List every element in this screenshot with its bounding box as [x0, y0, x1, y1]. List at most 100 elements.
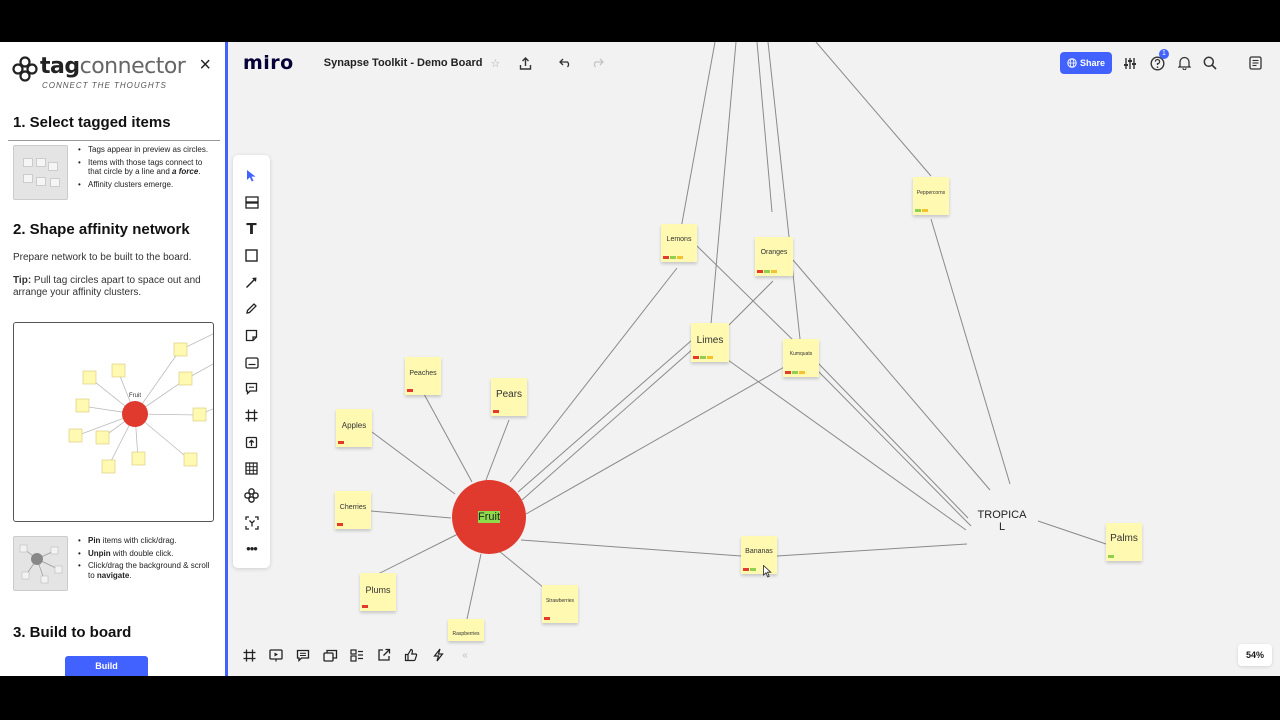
comment-tool-icon[interactable]: [241, 378, 262, 399]
share-screen-icon[interactable]: [373, 644, 395, 666]
tag-circle-label: TROPICAL: [977, 509, 1027, 533]
tag-chip: [743, 568, 749, 571]
frame-tool-icon[interactable]: [241, 405, 262, 426]
sticky-label: Peppercorns: [916, 190, 946, 196]
sticky-note-apples[interactable]: Apples: [336, 409, 372, 447]
sticky-note-lemons[interactable]: Lemons: [661, 224, 697, 262]
sticky-label: Palms: [1110, 533, 1138, 544]
frames-icon[interactable]: [238, 644, 260, 666]
list-item: Pin items with click/drag.: [74, 536, 214, 546]
tag-circle-label: Fruit: [478, 511, 500, 523]
app-window: Fruit TROPICAL Lemons Oranges Peppercorn…: [0, 42, 1280, 676]
tag-chip: [493, 410, 499, 413]
tag-chip: [785, 371, 791, 374]
tag-circle-fruit[interactable]: Fruit: [452, 480, 526, 554]
tag-chip: [663, 256, 669, 259]
upload-tool-icon[interactable]: [241, 432, 262, 453]
reactions-icon[interactable]: [400, 644, 422, 666]
help-icon[interactable]: 1: [1146, 49, 1169, 74]
zoom-level[interactable]: 54%: [1238, 644, 1272, 666]
board-name[interactable]: Synapse Toolkit - Demo Board: [324, 57, 483, 69]
sticky-note-limes[interactable]: Limes: [691, 323, 729, 362]
mouse-cursor-icon: [763, 565, 772, 578]
connection-line: [466, 553, 482, 620]
sticky-note-peaches[interactable]: Peaches: [405, 357, 441, 395]
connection-line: [521, 347, 695, 501]
sticky-note-strawberries[interactable]: Strawberries: [542, 585, 578, 623]
redo-icon[interactable]: [586, 52, 608, 74]
lightning-icon[interactable]: [427, 644, 449, 666]
globe-icon: [1067, 58, 1077, 68]
tag-chip: [677, 256, 683, 259]
templates-tool-icon[interactable]: [241, 192, 262, 213]
step-2-illustration: [13, 536, 68, 591]
board-topbar: miro Synapse Toolkit - Demo Board ☆: [233, 48, 608, 78]
network-preview[interactable]: Fruit: [13, 322, 214, 522]
sticky-tags: [362, 605, 368, 608]
sticky-label: Strawberries: [545, 598, 575, 604]
tag-chip: [700, 356, 706, 359]
divider: [8, 140, 220, 141]
connection-line: [520, 539, 742, 557]
sticky-note-plums[interactable]: Plums: [360, 573, 396, 611]
sticky-note-pears[interactable]: Pears: [491, 378, 527, 416]
sticky-note-tool-icon[interactable]: [241, 325, 262, 346]
tag-chip: [771, 270, 777, 273]
tag-chip: [693, 356, 699, 359]
close-panel-button[interactable]: ×: [199, 54, 211, 77]
table-tool-icon[interactable]: [241, 458, 262, 479]
connection-line: [371, 431, 456, 495]
tagconnector-panel: tagconnector CONNECT THE THOUGHTS × 1. S…: [0, 42, 228, 676]
list-item: Click/drag the background & scroll to na…: [74, 561, 214, 580]
cards-icon[interactable]: [319, 644, 341, 666]
pen-tool-icon[interactable]: [241, 298, 262, 319]
preview-tag-circle[interactable]: [122, 401, 148, 427]
sticky-note-cherries[interactable]: Cherries: [335, 491, 371, 529]
tag-chip: [337, 523, 343, 526]
presentation-icon[interactable]: [265, 644, 287, 666]
more-tools-icon[interactable]: •••: [241, 538, 262, 559]
tag-circle-tropical[interactable]: TROPICAL: [965, 484, 1039, 558]
connection-line-tool-icon[interactable]: [241, 272, 262, 293]
notes-panel-icon[interactable]: [1244, 52, 1266, 74]
list-item: Unpin with double click.: [74, 549, 214, 559]
kanban-icon[interactable]: [346, 644, 368, 666]
preview-graph[interactable]: [14, 323, 214, 522]
tagconnector-app-icon[interactable]: [241, 485, 262, 506]
shape-tool-icon[interactable]: [241, 245, 262, 266]
list-item: Items with those tags connect to that ci…: [74, 158, 214, 177]
sticky-tags: [693, 356, 713, 359]
search-icon[interactable]: [1199, 52, 1221, 74]
sticky-label: Kumquats: [789, 351, 813, 357]
connection-line: [679, 42, 716, 235]
text-tool-icon[interactable]: T: [241, 218, 262, 239]
sticky-note-peppercorns[interactable]: Peppercorns: [913, 177, 949, 215]
list-item-bold: navigate: [96, 570, 130, 580]
connection-line: [930, 218, 1011, 485]
export-icon[interactable]: [514, 52, 536, 74]
undo-icon[interactable]: [554, 52, 576, 74]
sticky-note-palms[interactable]: Palms: [1106, 523, 1142, 561]
sticky-note-kumquats[interactable]: Kumquats: [783, 339, 819, 377]
settings-sliders-icon[interactable]: [1119, 52, 1141, 74]
share-button[interactable]: Share: [1060, 52, 1112, 74]
list-item-bold: Unpin: [88, 548, 111, 558]
build-button[interactable]: Build: [65, 656, 148, 676]
tag-chip: [362, 605, 368, 608]
connection-line: [767, 42, 801, 340]
sticky-label: Pears: [495, 389, 523, 400]
card-tool-icon[interactable]: [241, 352, 262, 373]
sticky-label: Peaches: [409, 370, 437, 377]
bell-icon[interactable]: [1173, 52, 1195, 74]
synapse-app-icon[interactable]: [241, 512, 262, 533]
star-icon[interactable]: ☆: [484, 52, 506, 74]
select-tool-icon[interactable]: [241, 165, 262, 186]
sticky-label: Oranges: [760, 249, 788, 256]
sticky-note-raspberries[interactable]: Raspberries: [448, 619, 484, 641]
tag-chip: [1108, 555, 1114, 558]
collapse-toolbar-icon[interactable]: «: [454, 644, 476, 666]
miro-logo[interactable]: miro: [243, 52, 294, 74]
comments-icon[interactable]: [292, 644, 314, 666]
connection-line: [727, 359, 967, 531]
sticky-note-oranges[interactable]: Oranges: [755, 237, 793, 276]
